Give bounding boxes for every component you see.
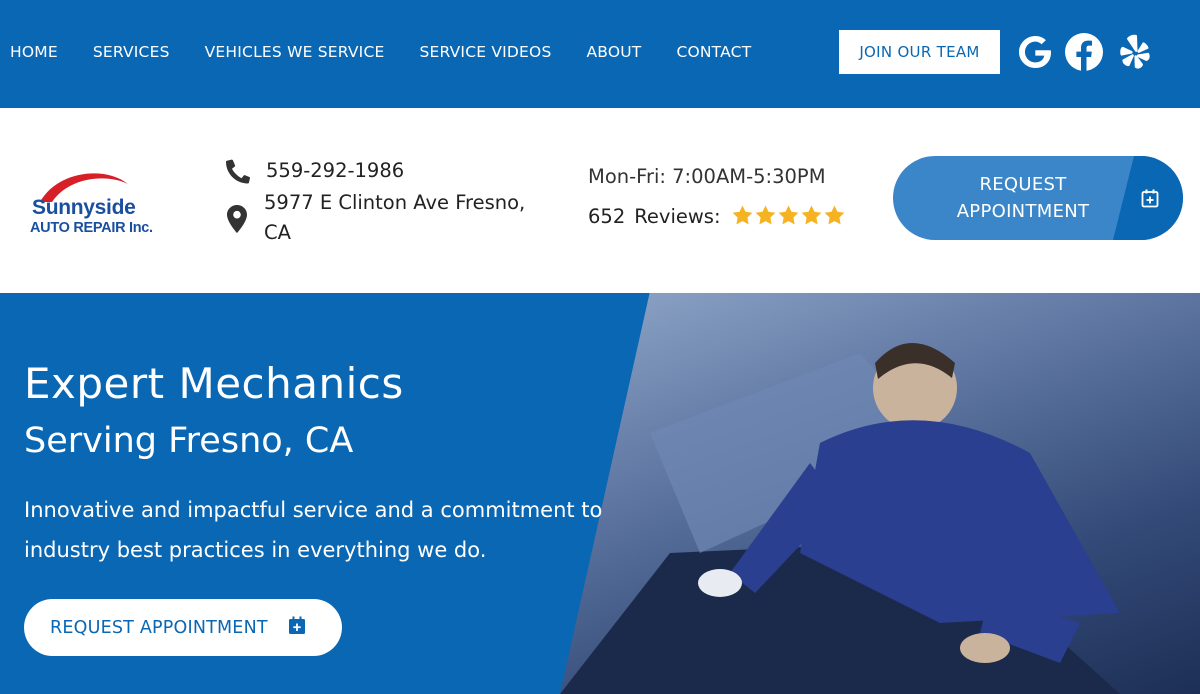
nav-services[interactable]: SERVICES <box>93 43 170 61</box>
nav-vehicles-we-service[interactable]: VEHICLES WE SERVICE <box>205 43 385 61</box>
google-icon[interactable] <box>1014 31 1056 73</box>
main-menu: HOME SERVICES VEHICLES WE SERVICE SERVIC… <box>10 43 786 61</box>
nav-contact[interactable]: CONTACT <box>676 43 751 61</box>
star-icon <box>732 205 752 225</box>
hero-title: Expert Mechanics <box>24 359 404 408</box>
star-rating <box>731 204 846 228</box>
phone-link[interactable]: 559-292-1986 <box>266 156 404 186</box>
hero-subtitle: Serving Fresno, CA <box>24 421 354 461</box>
nav-home[interactable]: HOME <box>10 43 58 61</box>
nav-service-videos[interactable]: SERVICE VIDEOS <box>419 43 551 61</box>
request-appointment-button-hero[interactable]: REQUEST APPOINTMENT <box>24 599 342 656</box>
phone-icon <box>224 157 252 189</box>
top-navigation: HOME SERVICES VEHICLES WE SERVICE SERVIC… <box>0 0 1200 108</box>
reviews-summary[interactable]: 652 Reviews: <box>588 204 846 228</box>
reviews-label: Reviews: <box>634 204 721 228</box>
address[interactable]: 5977 E Clinton Ave Fresno, CA <box>264 188 525 248</box>
star-icon <box>755 205 775 225</box>
hero-body: Innovative and impactful service and a c… <box>24 498 603 562</box>
request-appointment-label: REQUEST APPOINTMENT <box>956 174 1090 222</box>
star-icon <box>801 205 821 225</box>
hero-section: Expert Mechanics Serving Fresno, CA Inno… <box>0 293 1200 694</box>
review-count: 652 <box>588 204 626 228</box>
logo-brand-text: Sunnyside <box>32 196 136 219</box>
star-icon <box>824 205 844 225</box>
yelp-icon[interactable] <box>1114 31 1156 73</box>
sunnyside-logo[interactable]: Sunnyside AUTO REPAIR Inc. <box>28 168 168 248</box>
star-icon <box>778 205 798 225</box>
map-marker-icon <box>226 204 248 238</box>
business-hours: Mon-Fri: 7:00AM-5:30PM <box>588 165 826 188</box>
address-line-1: 5977 E Clinton Ave Fresno, <box>264 191 526 214</box>
logo-sub-text: AUTO REPAIR Inc. <box>30 220 153 236</box>
calendar-plus-icon <box>288 616 306 639</box>
calendar-plus-icon <box>1141 189 1159 212</box>
mechanic-illustration <box>560 343 1120 694</box>
mechanic-hero-image <box>560 293 1200 694</box>
nav-about[interactable]: ABOUT <box>586 43 641 61</box>
request-appointment-button-top[interactable]: REQUEST APPOINTMENT <box>893 156 1183 240</box>
request-appointment-label: REQUEST APPOINTMENT <box>50 617 268 638</box>
info-bar: Sunnyside AUTO REPAIR Inc. 559-292-1986 … <box>0 108 1200 293</box>
address-line-2: CA <box>264 221 291 244</box>
facebook-icon[interactable] <box>1063 31 1105 73</box>
join-our-team-button[interactable]: JOIN OUR TEAM <box>839 30 1000 74</box>
